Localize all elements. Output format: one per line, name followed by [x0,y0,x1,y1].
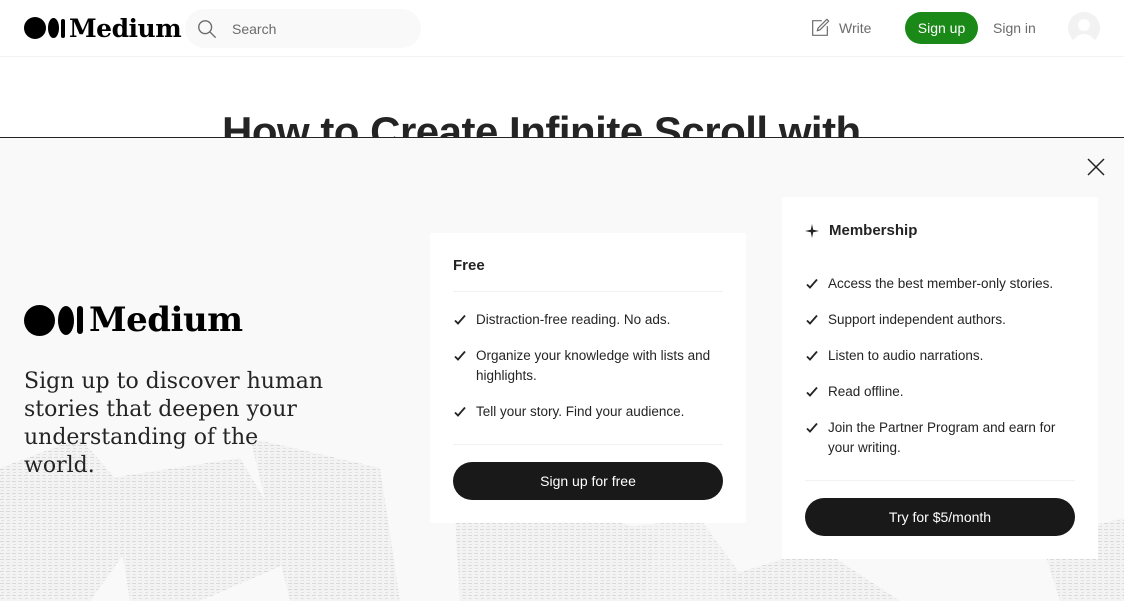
search-icon [198,19,216,38]
medium-logo-mark [24,17,65,39]
feature-text: Read offline. [828,384,904,399]
sign-up-free-button[interactable]: Sign up for free [453,462,723,500]
check-icon [806,350,818,361]
search-bar[interactable] [185,9,421,48]
free-feature: Distraction-free reading. No ads. [453,310,723,330]
top-nav: Medium Write Sign up Sign in [0,0,1124,57]
signup-modal: Medium Sign up to discover human stories… [0,137,1124,601]
free-plan-title: Free [453,257,485,274]
membership-feature: Support independent authors. [805,310,1075,330]
sign-in-link[interactable]: Sign in [993,20,1036,36]
feature-text: Tell your story. Find your audience. [476,404,685,419]
close-icon[interactable] [1084,155,1108,179]
membership-plan-card: Membership Access the best member-only s… [782,197,1098,559]
feature-text: Support independent authors. [828,312,1006,327]
divider [805,480,1075,481]
write-icon [812,18,830,36]
membership-feature: Join the Partner Program and earn for yo… [805,418,1075,458]
try-membership-button[interactable]: Try for $5/month [805,498,1075,536]
feature-text: Distraction-free reading. No ads. [476,312,671,327]
medium-logo-mark [24,304,83,336]
check-icon [454,350,466,361]
sign-up-button[interactable]: Sign up [905,12,978,44]
feature-text: Organize your knowledge with lists and h… [476,348,711,383]
free-feature: Tell your story. Find your audience. [453,402,723,422]
feature-text: Join the Partner Program and earn for yo… [828,420,1056,455]
modal-medium-logo: Medium [24,300,243,340]
medium-logo-text: Medium [69,13,182,43]
feature-text: Listen to audio narrations. [828,348,984,363]
check-icon [806,278,818,289]
membership-plan-title: Membership [805,222,917,239]
sparkle-icon [805,223,819,238]
modal-logo-text: Medium [89,300,243,340]
avatar[interactable] [1068,12,1100,44]
signup-tagline: Sign up to discover human stories that d… [24,369,324,478]
user-avatar-icon [1072,19,1096,44]
free-feature: Organize your knowledge with lists and h… [453,346,723,386]
check-icon [806,422,818,433]
divider [453,291,723,292]
search-input[interactable] [230,19,404,38]
check-icon [806,314,818,325]
medium-logo[interactable]: Medium [24,13,182,43]
feature-text: Access the best member-only stories. [828,276,1054,291]
check-icon [454,314,466,325]
free-plan-card: Free Distraction-free reading. No ads. O… [430,233,746,523]
membership-feature: Read offline. [805,382,1075,402]
membership-title-text: Membership [829,222,918,239]
write-label: Write [839,20,872,36]
divider [453,444,723,445]
membership-feature: Listen to audio narrations. [805,346,1075,366]
write-link[interactable]: Write [809,17,871,39]
membership-feature: Access the best member-only stories. [805,274,1075,294]
check-icon [454,406,466,417]
check-icon [806,386,818,397]
